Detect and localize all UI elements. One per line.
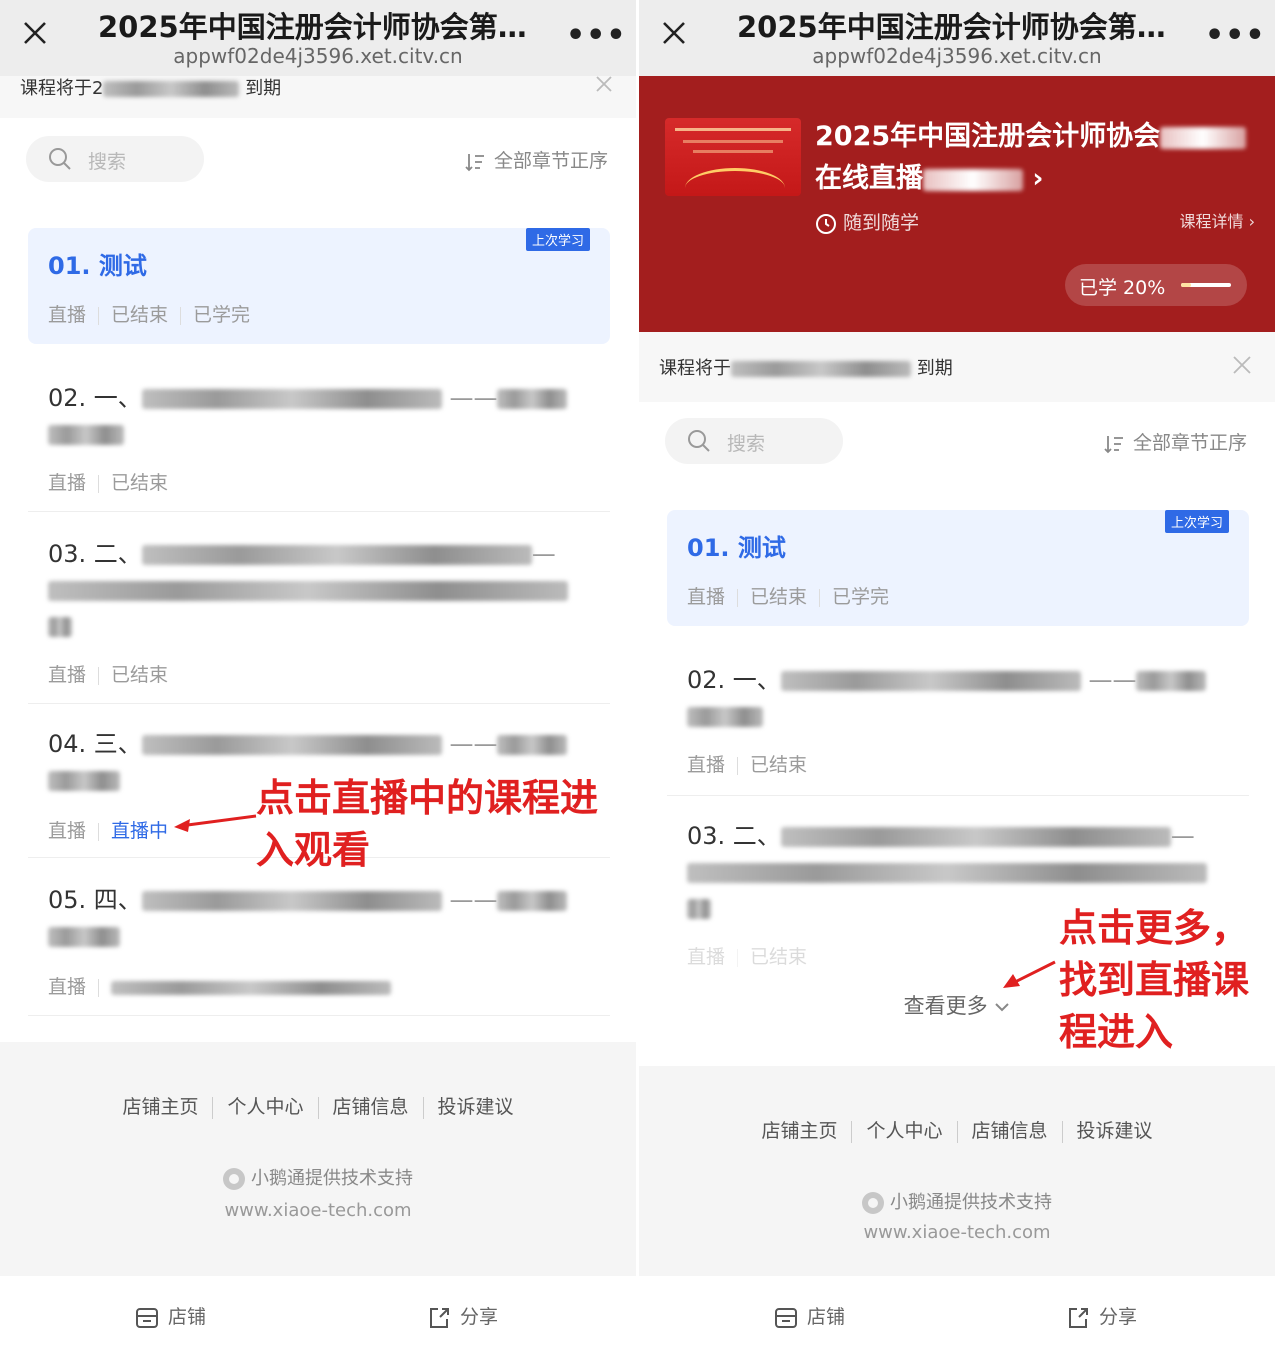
wechat-nav-bar: 2025年中国注册会计师协会第… appwf02de4j3596.xet.cit… — [0, 0, 636, 76]
footer-link-store-home[interactable]: 店铺主页 — [122, 1096, 198, 1118]
close-notice-icon[interactable] — [594, 74, 614, 98]
page-title: 2025年中国注册会计师协会第… — [737, 10, 1166, 44]
annotation-arrow — [1003, 960, 1056, 988]
search-icon — [49, 148, 71, 170]
redacted-start-time — [111, 980, 392, 995]
tech-url: www.xiaoe-tech.com — [224, 1200, 412, 1221]
chevron-right-icon: › — [1248, 212, 1255, 231]
sort-button[interactable]: 全部章节正序 — [1103, 428, 1247, 455]
course-cover-image[interactable] — [665, 118, 801, 196]
close-notice-icon[interactable] — [1231, 354, 1253, 380]
lesson-meta: 直播 已结束 已学完 — [48, 304, 251, 326]
footer-link-store-info[interactable]: 店铺信息 — [333, 1096, 409, 1118]
lesson-meta: 直播 — [48, 972, 392, 999]
footer-link-store-home[interactable]: 店铺主页 — [761, 1120, 837, 1142]
course-title[interactable]: 2025年中国注册会计师协会 在线直播 › — [815, 116, 1255, 200]
footer-link-store-info[interactable]: 店铺信息 — [972, 1120, 1048, 1142]
lesson-item[interactable]: 02. 一、 —— 直播 已结束 — [667, 642, 1249, 796]
progress-bar — [1181, 283, 1231, 287]
left-screenshot-panel: 2025年中国注册会计师协会第… appwf02de4j3596.xet.cit… — [0, 0, 636, 1360]
xiaoe-logo-icon — [862, 1192, 884, 1214]
expiry-text: 课程将于 到期 — [659, 358, 953, 379]
lesson-meta: 直播 已结束 — [687, 754, 808, 776]
footer-links: 店铺主页 个人中心 店铺信息 投诉建议 — [639, 1116, 1275, 1143]
close-icon[interactable] — [20, 18, 52, 50]
page-title: 2025年中国注册会计师协会第… — [98, 10, 527, 44]
search-input[interactable]: 搜索 — [665, 418, 843, 464]
search-placeholder: 搜索 — [727, 433, 766, 455]
footer: 店铺主页 个人中心 店铺信息 投诉建议 小鹅通提供技术支持 www.xiaoe-tec… — [0, 1042, 636, 1276]
footer-link-profile[interactable]: 个人中心 — [866, 1120, 942, 1142]
lesson-item[interactable]: 05. 四、 —— 直播 — [28, 860, 610, 1016]
study-anytime: 随到随学 — [815, 208, 919, 235]
lesson-item-active[interactable]: 上次学习 01. 测试 直播 已结束 已学完 — [28, 228, 610, 344]
live-now-link[interactable]: 直播中 — [111, 820, 168, 842]
right-screenshot-panel: 2025年中国注册会计师协会第… appwf02de4j3596.xet.cit… — [639, 0, 1275, 1360]
footer-link-feedback[interactable]: 投诉建议 — [1077, 1120, 1153, 1142]
sort-icon — [465, 153, 484, 171]
lesson-title: 05. 四、 —— — [48, 882, 593, 954]
search-row: 搜索 全部章节正序 — [639, 400, 1275, 494]
page-url: appwf02de4j3596.xet.citv.cn — [173, 44, 463, 68]
lesson-title: 03. 二、 — — [48, 536, 593, 644]
tab-share[interactable]: 分享 — [426, 1302, 498, 1331]
annotation-arrow — [174, 814, 257, 832]
share-icon — [1069, 1307, 1088, 1328]
more-menu-button[interactable]: ••• — [1205, 18, 1266, 53]
course-detail-link[interactable]: 课程详情 › — [1179, 208, 1255, 232]
redacted-title — [141, 389, 442, 409]
tab-store[interactable]: 店铺 — [134, 1302, 206, 1331]
tab-store[interactable]: 店铺 — [773, 1302, 845, 1331]
progress-fill — [1181, 283, 1191, 287]
tech-support: 小鹅通提供技术支持 — [639, 1188, 1275, 1214]
more-menu-button[interactable]: ••• — [566, 18, 627, 53]
page-url: appwf02de4j3596.xet.citv.cn — [812, 44, 1102, 68]
lesson-title: 02. 一、 —— — [48, 380, 593, 452]
tab-share[interactable]: 分享 — [1065, 1302, 1137, 1331]
lesson-title: 01. 测试 — [687, 534, 786, 562]
progress-indicator: 已学 20% — [1065, 264, 1247, 306]
lesson-meta: 直播 已结束 — [48, 664, 169, 686]
lesson-meta: 直播 直播中 — [48, 820, 169, 842]
sort-icon — [1104, 435, 1123, 453]
bottom-tab-bar: 店铺 分享 — [0, 1276, 636, 1360]
lesson-meta: 直播 已结束 — [687, 946, 808, 968]
chevron-down-icon — [995, 1003, 1010, 1012]
lesson-item[interactable]: 02. 一、 —— 直播 已结束 — [28, 360, 610, 512]
expiry-text: 课程将于2 到期 — [20, 78, 282, 99]
tech-support: 小鹅通提供技术支持 — [0, 1164, 636, 1190]
course-header: 2025年中国注册会计师协会 在线直播 › 随到随学 课程详情 › 已学 20% — [639, 76, 1275, 332]
lesson-meta: 直播 已结束 — [48, 472, 169, 494]
tech-url: www.xiaoe-tech.com — [863, 1222, 1051, 1243]
lesson-title: 01. 测试 — [48, 252, 147, 280]
annotation-text: 点击更多， 找到直播课 程进入 — [1059, 906, 1250, 1054]
close-icon[interactable] — [659, 18, 691, 50]
lesson-meta: 直播 已结束 已学完 — [687, 586, 890, 608]
bottom-tab-bar: 店铺 分享 — [639, 1276, 1275, 1360]
wechat-nav-bar: 2025年中国注册会计师协会第… appwf02de4j3596.xet.cit… — [639, 0, 1275, 76]
sort-button[interactable]: 全部章节正序 — [464, 146, 608, 173]
search-row: 搜索 全部章节正序 — [0, 118, 636, 212]
expiry-notice: 课程将于2 到期 — [0, 76, 636, 118]
search-input[interactable]: 搜索 — [26, 136, 204, 182]
redacted-date — [103, 81, 240, 97]
annotation-text: 点击直播中的课程进 入观看 — [256, 776, 599, 872]
store-icon — [775, 1307, 797, 1328]
lesson-item[interactable]: 03. 二、 — 直播 已结束 — [28, 514, 610, 704]
footer-link-profile[interactable]: 个人中心 — [227, 1096, 303, 1118]
footer-link-feedback[interactable]: 投诉建议 — [438, 1096, 514, 1118]
chevron-right-icon: › — [1032, 163, 1044, 194]
share-icon — [430, 1307, 449, 1328]
search-icon — [688, 430, 710, 452]
expiry-notice: 课程将于 到期 — [639, 332, 1275, 402]
search-placeholder: 搜索 — [88, 151, 127, 173]
lesson-item-active[interactable]: 上次学习 01. 测试 直播 已结束 已学完 — [667, 510, 1249, 626]
footer: 店铺主页 个人中心 店铺信息 投诉建议 小鹅通提供技术支持 www.xiaoe-tec… — [639, 1066, 1275, 1276]
lesson-title: 02. 一、 —— — [687, 662, 1232, 734]
redacted-date — [731, 361, 911, 377]
footer-links: 店铺主页 个人中心 店铺信息 投诉建议 — [0, 1092, 636, 1119]
xiaoe-logo-icon — [223, 1168, 245, 1190]
clock-icon — [816, 213, 836, 234]
store-icon — [136, 1307, 158, 1328]
